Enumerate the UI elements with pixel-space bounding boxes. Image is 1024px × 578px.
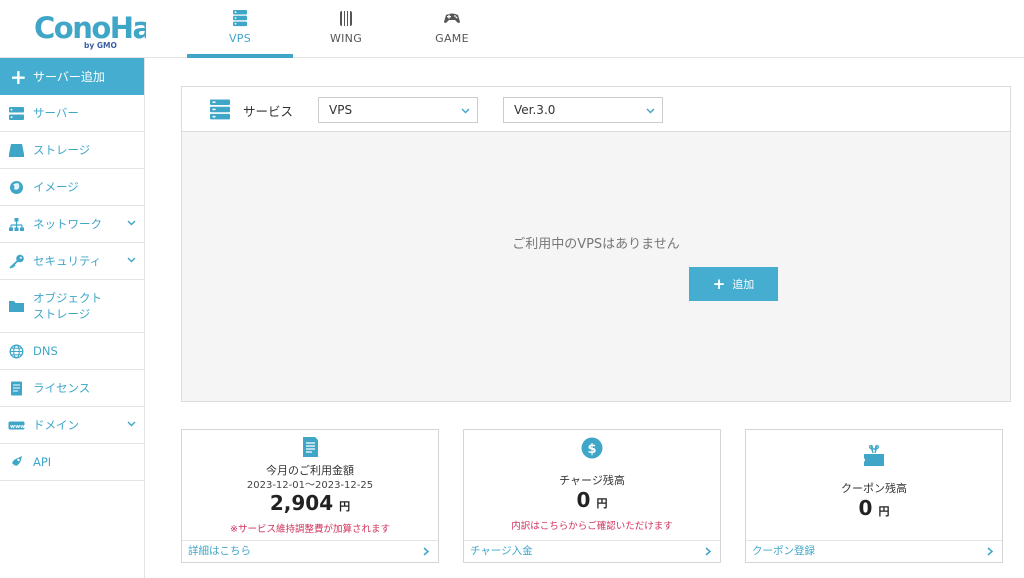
sidebar-item-network[interactable]: ネットワーク: [0, 206, 144, 243]
sidebar: + サーバー追加 サーバー ストレージ イメージ ネットワーク セキュリティ オ…: [0, 58, 145, 578]
charge-deposit-link[interactable]: チャージ入金: [464, 540, 720, 562]
billing-amount: 2,904 円: [182, 491, 438, 515]
key-icon: [9, 254, 24, 269]
gamepad-icon: [444, 13, 460, 23]
dns-globe-icon: [9, 344, 24, 358]
plus-icon: +: [10, 64, 27, 89]
service-select[interactable]: VPS: [318, 97, 478, 123]
chevron-right-icon: [423, 547, 430, 556]
product-tabs: VPS WING GAME: [187, 0, 505, 58]
dollar-coin-icon: $: [581, 437, 603, 459]
billing-amount-unit: 円: [339, 500, 351, 513]
server-icon: [9, 106, 24, 120]
svg-text:www: www: [10, 424, 25, 430]
sidebar-item-label: DNS: [33, 344, 58, 358]
service-bar: サービス VPS Ver.3.0: [182, 87, 1010, 132]
sidebar-item-domain[interactable]: www ドメイン: [0, 407, 144, 444]
version-select[interactable]: Ver.3.0: [503, 97, 663, 123]
charge-card: $ チャージ残高 0円 内訳はこちらからご確認いただけます チャージ入金: [463, 429, 721, 563]
charge-note: 内訳はこちらからご確認いただけます: [511, 521, 673, 532]
svg-text:$: $: [587, 442, 596, 457]
sidebar-item-security[interactable]: セキュリティ: [0, 243, 144, 280]
coupon-title: クーポン残高: [841, 482, 907, 495]
chevron-down-icon: [127, 421, 136, 427]
chevron-down-icon: [127, 257, 136, 263]
tab-wing-label: WING: [329, 32, 363, 45]
domain-icon: www: [8, 421, 25, 430]
charge-amount: 0円: [464, 488, 720, 512]
billing-detail-link-label: 詳細はこちら: [188, 545, 251, 557]
sidebar-item-storage[interactable]: ストレージ: [0, 132, 144, 169]
charge-deposit-link-label: チャージ入金: [470, 545, 533, 557]
wing-icon: [340, 10, 352, 26]
folder-icon: [9, 300, 24, 312]
billing-card: 今月のご利用金額 2023-12-01〜2023-12-25 2,904 円 ※サ…: [181, 429, 439, 563]
add-server-label: サーバー追加: [33, 70, 105, 84]
tab-vps-label: VPS: [228, 32, 252, 45]
tab-wing[interactable]: WING: [293, 0, 399, 58]
plus-icon: +: [712, 275, 726, 293]
add-server-button[interactable]: + サーバー追加: [0, 58, 144, 95]
empty-state-message: ご利用中のVPSはありません: [512, 237, 680, 252]
svg-text:by GMO: by GMO: [84, 41, 117, 50]
sidebar-item-label: オブジェクト ストレージ: [33, 290, 102, 322]
sidebar-item-label: ストレージ: [33, 143, 91, 157]
server-stack-icon: [233, 10, 247, 27]
sidebar-item-label: セキュリティ: [33, 254, 102, 268]
tab-vps[interactable]: VPS: [187, 0, 293, 58]
coupon-card: クーポン残高 0円 クーポン登録: [745, 429, 1003, 563]
coupon-register-link-label: クーポン登録: [752, 545, 815, 557]
sidebar-item-dns[interactable]: DNS: [0, 333, 144, 370]
chevron-down-icon: [127, 220, 136, 226]
version-select-value: Ver.3.0: [514, 103, 556, 117]
add-vps-button[interactable]: + 追加: [689, 267, 778, 301]
server-stack-icon: [210, 99, 230, 120]
network-icon: [9, 217, 24, 231]
charge-title: チャージ残高: [559, 474, 625, 487]
sidebar-item-label: API: [33, 455, 52, 469]
sidebar-item-label: ライセンス: [33, 381, 91, 395]
charge-amount-unit: 円: [596, 497, 608, 510]
coupon-register-link[interactable]: クーポン登録: [746, 540, 1002, 562]
billing-period: 2023-12-01〜2023-12-25: [246, 480, 374, 491]
sidebar-item-object-storage[interactable]: オブジェクト ストレージ: [0, 280, 144, 333]
sidebar-item-image[interactable]: イメージ: [0, 169, 144, 206]
service-panel: サービス VPS Ver.3.0 ご利用中のVPSはありません + 追加: [181, 86, 1011, 402]
coupon-amount-unit: 円: [878, 505, 890, 518]
license-icon: [11, 381, 22, 395]
invoice-icon: [303, 437, 318, 457]
service-select-value: VPS: [329, 103, 353, 117]
tab-game-label: GAME: [435, 32, 469, 45]
globe-image-icon: [10, 180, 23, 194]
sidebar-item-api[interactable]: API: [0, 444, 144, 481]
sidebar-item-label: イメージ: [33, 180, 79, 194]
sidebar-item-label: ネットワーク: [33, 217, 102, 231]
top-header: ConoHa by GMO VPS WING GAME: [0, 0, 1024, 58]
label-line-2: ストレージ: [33, 307, 91, 321]
charge-amount-value: 0: [576, 488, 591, 512]
storage-icon: [9, 143, 24, 157]
chevron-right-icon: [987, 547, 994, 556]
sidebar-item-server[interactable]: サーバー: [0, 95, 144, 132]
tab-game[interactable]: GAME: [399, 0, 505, 58]
chevron-down-icon: [461, 108, 470, 114]
api-icon: [11, 455, 22, 468]
billing-note: ※サービス維持調整費が加算されます: [230, 524, 390, 535]
coupon-ticket-icon: [864, 445, 884, 466]
conoha-logo[interactable]: ConoHa by GMO: [34, 8, 152, 50]
coupon-amount: 0円: [746, 496, 1002, 520]
chevron-right-icon: [705, 547, 712, 556]
sidebar-item-label: ドメイン: [33, 418, 79, 432]
coupon-amount-value: 0: [858, 496, 873, 520]
svg-text:ConoHa: ConoHa: [34, 11, 146, 45]
label-line-1: オブジェクト: [33, 291, 102, 305]
chevron-down-icon: [646, 108, 655, 114]
billing-detail-link[interactable]: 詳細はこちら: [182, 540, 438, 562]
add-vps-label: 追加: [732, 278, 755, 291]
sidebar-item-license[interactable]: ライセンス: [0, 370, 144, 407]
service-label: サービス: [243, 104, 294, 119]
sidebar-item-label: サーバー: [33, 106, 79, 120]
billing-amount-value: 2,904: [269, 491, 334, 515]
